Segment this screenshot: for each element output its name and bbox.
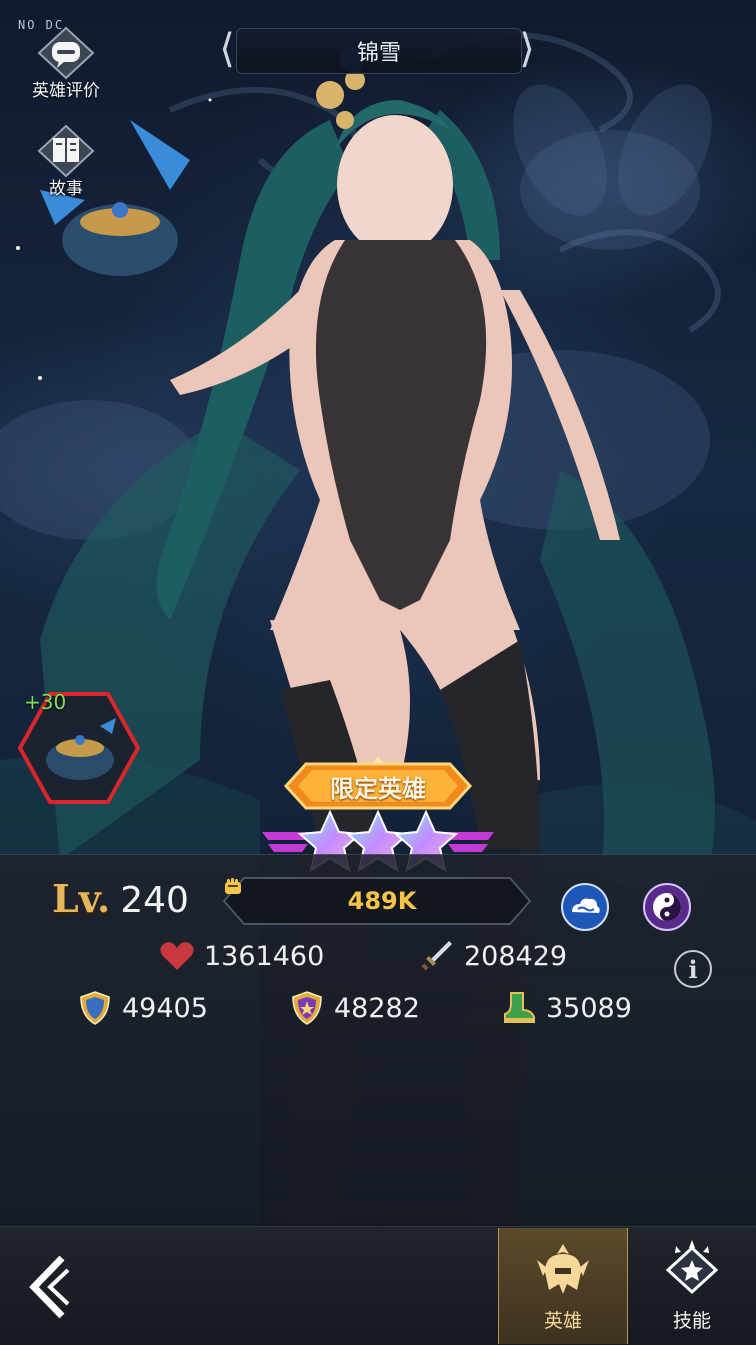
hero-review-button[interactable]: 英雄评价 [26,26,106,101]
element-yin-yang-button[interactable] [642,882,692,932]
chat-bubble-icon [35,26,97,80]
heart-icon [158,937,196,975]
level-prefix: Lv. [52,876,111,921]
defense-value: 49405 [122,992,208,1024]
tab-hero[interactable]: 英雄 [498,1228,628,1344]
hp-stat: 1361460 [158,936,324,976]
attack-value: 208429 [464,940,568,972]
back-arrow-icon [29,1255,70,1319]
hp-value: 1361460 [204,940,325,972]
shield-icon [76,989,114,1027]
skill-star-icon [665,1240,719,1295]
artifact-slot[interactable]: +30 [16,690,141,806]
sword-icon [418,937,456,975]
combat-power-value: 489K [347,887,417,915]
magic-shield-icon [288,989,326,1027]
chevron-right-icon: ⟩ [519,26,535,72]
level-display: Lv. 240 [52,876,189,930]
combat-power: 489K [222,876,532,926]
chevron-left-icon: ⟨ [219,26,235,72]
speed-stat: 35089 [500,988,632,1028]
speed-value: 35089 [546,992,632,1024]
artifact-bonus: +30 [24,690,67,714]
hero-name-bar: 锦雪 [236,28,522,74]
back-button[interactable] [22,1252,76,1322]
hero-name: 锦雪 [356,41,401,66]
attack-stat: 208429 [418,936,567,976]
defense-stat: 49405 [76,988,208,1028]
tab-skill-label: 技能 [672,1310,711,1332]
element-cloud-button[interactable] [560,882,610,932]
hero-review-label: 英雄评价 [32,81,100,101]
book-icon [35,124,97,178]
magic-defense-stat: 48282 [288,988,420,1028]
next-hero-button[interactable]: ⟩ [514,26,540,74]
info-icon[interactable]: i [674,950,712,988]
helmet-icon [537,1244,589,1294]
tab-hero-label: 英雄 [543,1310,582,1332]
yin-yang-icon [643,883,691,931]
story-button[interactable]: 故事 [26,124,106,199]
level-value: 240 [120,880,189,921]
boot-icon [500,989,538,1027]
tab-skill[interactable]: 技能 [628,1228,756,1344]
magic-defense-value: 48282 [334,992,420,1024]
cloud-icon [561,883,609,931]
